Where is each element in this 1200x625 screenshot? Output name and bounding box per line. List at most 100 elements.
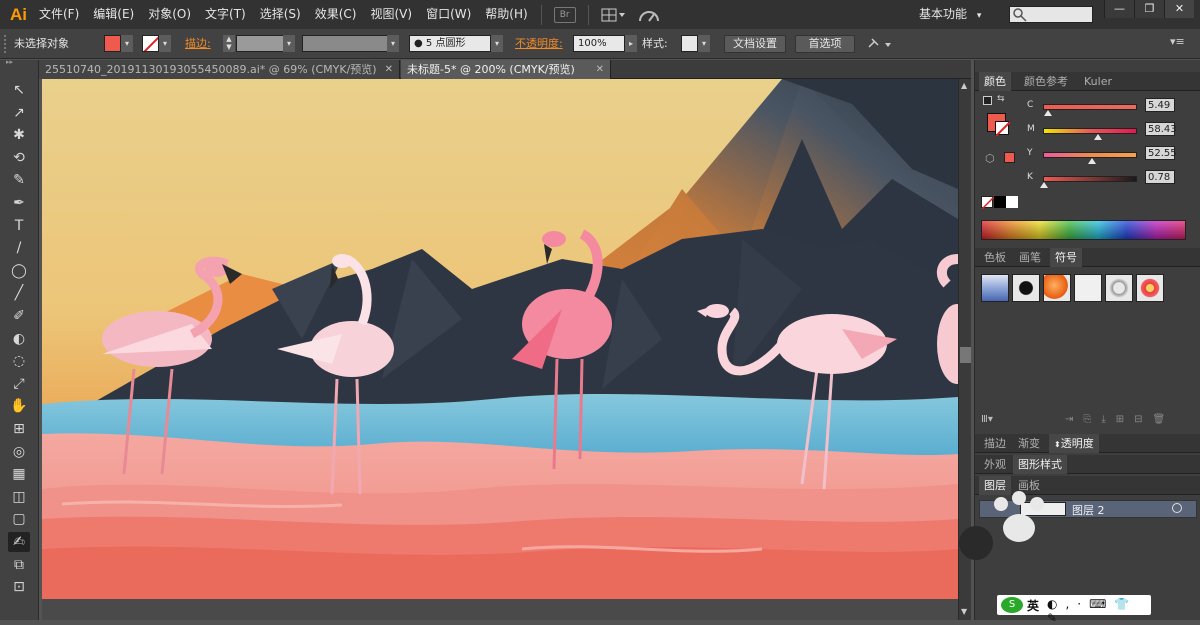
preferences-button[interactable]: 首选项: [795, 35, 855, 53]
arrange-documents-icon[interactable]: [601, 7, 627, 23]
tab-gradient[interactable]: 渐变: [1013, 434, 1045, 453]
symbol-orange-sphere[interactable]: [1043, 274, 1071, 302]
direct-selection-tool-icon[interactable]: ↗: [8, 103, 30, 123]
blend-tool-icon[interactable]: ⧉: [8, 555, 30, 575]
color-spectrum-bar[interactable]: [981, 220, 1186, 240]
menu-file[interactable]: 文件(F): [32, 0, 86, 29]
scroll-thumb[interactable]: [960, 347, 971, 363]
symbol-ink-splat[interactable]: [1012, 274, 1040, 302]
symbol-red-flower[interactable]: [1136, 274, 1164, 302]
brush-tool-icon[interactable]: ╱: [8, 283, 30, 303]
menu-window[interactable]: 窗口(W): [419, 0, 478, 29]
magic-wand-tool-icon[interactable]: ✱: [8, 125, 30, 145]
tab-symbols[interactable]: 符号: [1050, 248, 1082, 267]
tab-color-guide[interactable]: 颜色参考: [1019, 72, 1073, 91]
width-tool-icon[interactable]: ✋: [8, 396, 30, 416]
swap-colors-icon[interactable]: ⇆: [997, 94, 1005, 104]
restore-button[interactable]: ❐: [1134, 0, 1164, 18]
gradient-tool-icon[interactable]: ▢: [8, 509, 30, 529]
menu-edit[interactable]: 编辑(E): [86, 0, 141, 29]
scroll-up-icon[interactable]: ▲: [961, 81, 967, 90]
slider-value[interactable]: 0.78: [1145, 170, 1175, 184]
stroke-swatch[interactable]: [142, 35, 159, 52]
stroke-dropdown[interactable]: ▾: [159, 35, 171, 52]
selection-tool-icon[interactable]: ↖: [8, 80, 30, 100]
brush-dropdown[interactable]: ▾: [491, 35, 503, 52]
style-dropdown[interactable]: ▾: [698, 35, 710, 52]
eyedropper-tool-icon[interactable]: ✍: [8, 532, 30, 552]
pencil-tool-icon[interactable]: ✐: [8, 306, 30, 326]
lasso-tool-icon[interactable]: ⟲: [8, 148, 30, 168]
doc-tab-2[interactable]: 未标题-5* @ 200% (CMYK/预览) ✕: [401, 60, 611, 79]
menu-effect[interactable]: 效果(C): [308, 0, 364, 29]
symbol-libraries-icon[interactable]: Ⅲ▾: [981, 414, 993, 425]
eraser-tool-icon[interactable]: ◐: [8, 329, 30, 349]
pen-tool-icon[interactable]: ✎: [8, 170, 30, 190]
slider-value[interactable]: 58.43: [1145, 122, 1177, 136]
tab-brushes[interactable]: 画笔: [1014, 248, 1046, 267]
opacity-input[interactable]: 100%: [573, 35, 625, 52]
doc-tab-1[interactable]: 25510740_20191130193055450089.ai* @ 69% …: [39, 60, 400, 79]
rotate-tool-icon[interactable]: ◌: [8, 351, 30, 371]
menu-object[interactable]: 对象(O): [141, 0, 198, 29]
none-color-chip[interactable]: [981, 196, 995, 210]
artboard-canvas[interactable]: [42, 79, 958, 599]
default-colors-icon[interactable]: [983, 96, 992, 105]
slider-knob[interactable]: [1088, 158, 1097, 164]
type-tool-icon[interactable]: T: [8, 216, 30, 236]
fill-swatch[interactable]: [104, 35, 121, 52]
graph-tool-icon[interactable]: ◫: [8, 487, 30, 507]
tab-swatches[interactable]: 色板: [979, 248, 1011, 267]
tab-color[interactable]: 颜色: [979, 72, 1011, 91]
slider-track[interactable]: [1043, 104, 1137, 110]
scale-tool-icon[interactable]: ⤢: [8, 374, 30, 394]
menu-select[interactable]: 选择(S): [253, 0, 308, 29]
ime-tool-icons[interactable]: ◐,·⌨👕✎: [1047, 597, 1151, 625]
tab-appearance[interactable]: 外观: [979, 455, 1011, 474]
bridge-button[interactable]: Br: [553, 6, 576, 23]
curvature-tool-icon[interactable]: ✒: [8, 193, 30, 213]
minimize-button[interactable]: —: [1104, 0, 1134, 18]
slider-knob[interactable]: [1044, 110, 1053, 116]
perspective-tool-icon[interactable]: ◎: [8, 442, 30, 462]
stroke-label[interactable]: 描边:: [185, 35, 211, 53]
close-icon[interactable]: ✕: [596, 60, 604, 79]
isolate-icon[interactable]: [866, 35, 894, 53]
shape-builder-tool-icon[interactable]: ⊞: [8, 419, 30, 439]
variable-width-profile[interactable]: [302, 35, 388, 52]
menu-help[interactable]: 帮助(H): [478, 0, 534, 29]
slider-knob[interactable]: [1093, 134, 1102, 140]
stroke-weight-stepper[interactable]: ▲ ▼: [223, 35, 235, 52]
gamut-color-chip[interactable]: [1004, 152, 1015, 163]
layer-target-icon[interactable]: [1172, 503, 1182, 513]
symbol-corner-shape[interactable]: [1074, 274, 1102, 302]
graphic-style-swatch[interactable]: [681, 35, 698, 52]
stroke-weight-input[interactable]: [236, 35, 284, 52]
tab-kuler[interactable]: Kuler: [1079, 72, 1117, 91]
symbol-ring[interactable]: [1105, 274, 1133, 302]
slider-value[interactable]: 52.55: [1145, 146, 1177, 160]
help-search-input[interactable]: [1009, 6, 1093, 23]
workspace-switcher[interactable]: 基本功能 ▾: [919, 0, 981, 29]
ellipse-tool-icon[interactable]: ◯: [8, 261, 30, 281]
black-color-chip[interactable]: [994, 196, 1006, 208]
tab-stroke[interactable]: 描边: [979, 434, 1011, 453]
document-setup-button[interactable]: 文档设置: [724, 35, 786, 53]
profile-dropdown[interactable]: ▾: [387, 35, 399, 52]
symbol-blue-banner[interactable]: [981, 274, 1009, 302]
slider-track[interactable]: [1043, 128, 1137, 134]
tab-transparency[interactable]: ⬍透明度: [1049, 434, 1099, 453]
gpu-performance-icon[interactable]: [637, 7, 661, 23]
opacity-label[interactable]: 不透明度:: [515, 35, 563, 53]
panel-grip[interactable]: [4, 35, 7, 53]
opacity-arrow[interactable]: ▸: [625, 35, 637, 52]
slider-value[interactable]: 5.49: [1145, 98, 1175, 112]
menu-view[interactable]: 视图(V): [363, 0, 419, 29]
menu-type[interactable]: 文字(T): [198, 0, 253, 29]
close-button[interactable]: ✕: [1164, 0, 1194, 18]
symbol-sprayer-tool-icon[interactable]: ⊡: [8, 577, 30, 597]
fill-dropdown[interactable]: ▾: [121, 35, 133, 52]
stroke-color-box[interactable]: [995, 121, 1011, 137]
line-tool-icon[interactable]: /: [8, 238, 30, 258]
white-color-chip[interactable]: [1006, 196, 1018, 208]
